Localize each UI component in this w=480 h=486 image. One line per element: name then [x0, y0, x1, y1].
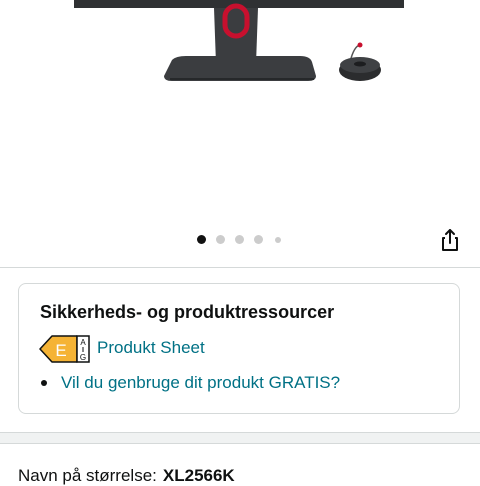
- carousel-indicator[interactable]: [0, 234, 480, 246]
- carousel-dot-3[interactable]: [235, 235, 244, 244]
- energy-class-icon: E A G: [39, 335, 90, 363]
- section-divider: [0, 267, 480, 268]
- size-label: Navn på størrelse:: [18, 466, 157, 485]
- product-resources-card: Sikkerheds- og produktressourcer E A G P…: [18, 283, 460, 414]
- list-bullet: [41, 380, 47, 386]
- size-selector-row: Navn på størrelse: XL2566K: [18, 466, 235, 486]
- energy-scale-bottom: G: [80, 353, 86, 362]
- recycle-product-link[interactable]: Vil du genbruge dit produkt GRATIS?: [61, 373, 340, 393]
- share-icon: [442, 229, 458, 251]
- energy-label-badge[interactable]: E A G: [39, 335, 91, 363]
- carousel-dot-5[interactable]: [275, 237, 281, 243]
- energy-scale-top: A: [80, 338, 86, 347]
- card-title: Sikkerheds- og produktressourcer: [40, 302, 335, 322]
- share-button[interactable]: [436, 226, 464, 254]
- energy-class-letter: E: [55, 341, 66, 360]
- carousel-dot-4[interactable]: [254, 235, 263, 244]
- size-value: XL2566K: [162, 466, 235, 485]
- monitor-image: [74, 0, 404, 81]
- product-image[interactable]: [0, 0, 480, 225]
- section-separator: [0, 432, 480, 444]
- product-sheet-link[interactable]: Produkt Sheet: [97, 338, 205, 358]
- carousel-dot-1[interactable]: [197, 235, 206, 244]
- carousel-dot-2[interactable]: [216, 235, 225, 244]
